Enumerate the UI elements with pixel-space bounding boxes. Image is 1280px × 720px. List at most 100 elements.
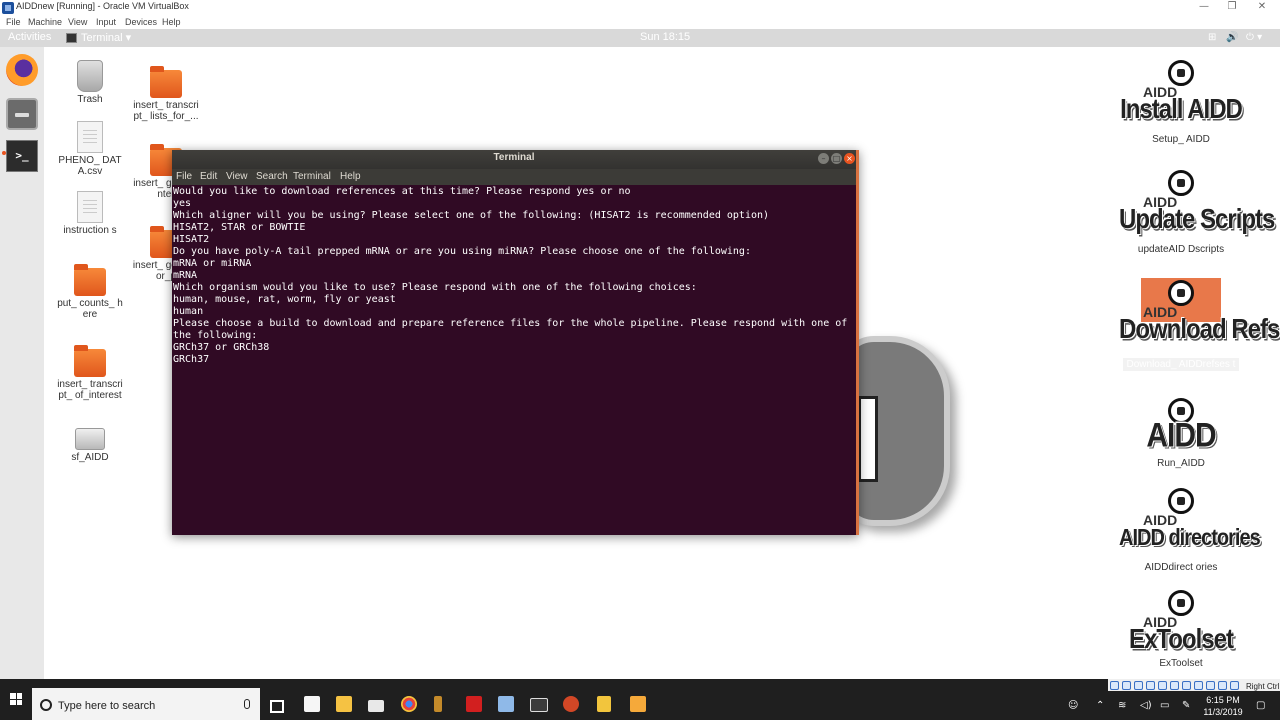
mouse-status-icon[interactable] xyxy=(1230,681,1239,690)
speaker-icon[interactable]: ◁) xyxy=(1140,700,1152,711)
virtualbox-taskbar-icon[interactable] xyxy=(498,696,514,712)
power-icon[interactable]: ⏻ ▾ xyxy=(1246,32,1262,43)
desktop-icon-folder[interactable]: put_ counts_ here xyxy=(55,264,125,320)
shared-folder-status-icon[interactable] xyxy=(1170,681,1179,690)
desktop-icon-folder[interactable]: insert_ transcript_ lists_for_... xyxy=(131,66,201,122)
menu-help[interactable]: Help xyxy=(162,16,181,28)
terminal-line: Do you have poly-A tail prepped mRNA or … xyxy=(173,246,751,257)
folder-icon xyxy=(74,345,106,377)
search-placeholder: Type here to search xyxy=(58,700,156,712)
chevron-up-icon[interactable]: ⌃ xyxy=(1096,700,1104,711)
launcher-extoolset[interactable]: AIDD ExToolset ExToolset xyxy=(1119,588,1243,669)
launcher-aidd-directories[interactable]: AIDD AIDD directories AIDDdirect ories xyxy=(1119,486,1261,573)
menu-devices[interactable]: Devices xyxy=(125,16,157,28)
network-status-icon[interactable] xyxy=(1146,681,1155,690)
terminal-dock-icon[interactable]: >_ xyxy=(6,140,38,172)
chrome-icon[interactable] xyxy=(401,696,417,712)
terminal-menu-search[interactable]: Search xyxy=(256,171,288,182)
close-window-button[interactable]: ✕ xyxy=(1248,0,1276,14)
notification-icon[interactable]: ▢ xyxy=(1256,700,1265,711)
logo-word: ExToolset xyxy=(1129,623,1234,655)
desktop-icon-label: insert_ transcript_ lists_for_... xyxy=(133,100,199,122)
menu-machine[interactable]: Machine xyxy=(28,16,62,28)
audio-status-icon[interactable] xyxy=(1134,681,1143,690)
desktop-icon-file[interactable]: instruction s xyxy=(55,191,125,236)
paint-icon[interactable] xyxy=(597,696,611,712)
gnome-clock[interactable]: Sun 18:15 xyxy=(640,31,690,43)
file-explorer-icon[interactable] xyxy=(336,696,352,712)
wifi-icon[interactable]: ≋ xyxy=(1118,700,1126,711)
restore-button[interactable]: ❐ xyxy=(1218,0,1246,14)
usb-status-icon[interactable] xyxy=(1158,681,1167,690)
terminal-line: Please choose a build to download and pr… xyxy=(173,318,854,341)
terminal-menu-file[interactable]: File xyxy=(176,171,192,182)
aidd-logo: AIDD xyxy=(1119,396,1243,470)
terminal-titlebar[interactable]: Terminal – □ × xyxy=(172,150,856,169)
menu-file[interactable]: File xyxy=(6,16,21,28)
terminal-app-icon xyxy=(66,32,77,43)
desktop-icon-label: PHENO_ DATA.csv xyxy=(58,155,122,177)
activities-button[interactable]: Activities xyxy=(8,31,51,43)
magnifier-icon xyxy=(1168,280,1194,306)
maximize-icon[interactable]: □ xyxy=(831,153,842,164)
files-icon[interactable] xyxy=(6,98,38,130)
volume-icon[interactable]: 🔊 xyxy=(1226,32,1238,43)
powerpoint-icon[interactable] xyxy=(563,696,579,712)
mail-icon[interactable] xyxy=(368,700,384,712)
file-icon xyxy=(77,191,103,223)
people-icon[interactable]: ☺ xyxy=(1068,700,1078,711)
terminal-menu-terminal[interactable]: Terminal xyxy=(293,171,331,182)
firefox-icon[interactable] xyxy=(6,54,38,86)
cpu-status-icon[interactable] xyxy=(1206,681,1215,690)
launcher-label: Setup_ AIDD xyxy=(1152,134,1210,145)
magnifier-icon xyxy=(1168,60,1194,86)
close-icon[interactable]: × xyxy=(844,153,855,164)
launcher-run-aidd[interactable]: AIDD Run_AIDD xyxy=(1119,396,1243,469)
display-status-icon[interactable] xyxy=(1182,681,1191,690)
terminal-output[interactable]: Would you like to download references at… xyxy=(172,186,856,535)
launcher-setup-aidd[interactable]: AIDD Install AIDD Setup_ AIDD xyxy=(1119,58,1243,145)
battery-icon[interactable]: ▭ xyxy=(1160,700,1169,711)
terminal-line: yes xyxy=(173,198,192,209)
desktop-icon-file[interactable]: PHENO_ DATA.csv xyxy=(55,121,125,177)
pdf-icon[interactable] xyxy=(466,696,482,712)
terminal-line: GRCh37 or GRCh38 xyxy=(173,342,270,353)
taskbar-clock-time[interactable]: 6:15 PM xyxy=(1200,695,1246,705)
task-view-icon[interactable] xyxy=(270,700,284,713)
launcher-download-refset[interactable]: AIDD Download Refset Download_ AIDDrefse… xyxy=(1119,278,1280,371)
desktop-icon-label: Trash xyxy=(77,94,103,105)
pen-icon[interactable]: ✎ xyxy=(1182,700,1190,711)
app-menu[interactable]: Terminal ▾ xyxy=(66,31,131,44)
minimize-icon[interactable]: – xyxy=(818,153,829,164)
windows-start-icon[interactable] xyxy=(10,693,22,705)
menu-input[interactable]: Input xyxy=(96,16,116,28)
recording-status-icon[interactable] xyxy=(1194,681,1203,690)
terminal-menu-view[interactable]: View xyxy=(226,171,248,182)
candle-icon[interactable] xyxy=(434,696,442,712)
pencil-app-icon[interactable] xyxy=(630,696,646,712)
logo-word: Update Scripts xyxy=(1119,203,1275,235)
keyboard-status-icon[interactable] xyxy=(1218,681,1227,690)
taskbar-search-box[interactable]: Type here to search xyxy=(32,688,260,720)
store-icon[interactable] xyxy=(304,696,320,712)
launcher-update-scripts[interactable]: AIDD Update Scripts updateAID Dscripts xyxy=(1119,168,1275,255)
hdd-status-icon[interactable] xyxy=(1110,681,1119,690)
menu-view[interactable]: View xyxy=(68,16,87,28)
desktop-icon-drive[interactable]: sf_AIDD xyxy=(55,428,125,463)
app-menu-label: Terminal ▾ xyxy=(81,32,132,44)
microphone-icon[interactable] xyxy=(244,699,250,709)
launcher-label: AIDDdirect ories xyxy=(1144,562,1218,573)
terminal-menu-edit[interactable]: Edit xyxy=(200,171,217,182)
virtualbox-titlebar: AIDDnew [Running] - Oracle VM VirtualBox… xyxy=(0,0,1280,16)
taskbar-clock-date[interactable]: 11/3/2019 xyxy=(1200,707,1246,717)
terminal-menu-help[interactable]: Help xyxy=(340,171,361,182)
optical-status-icon[interactable] xyxy=(1122,681,1131,690)
logo-word: AIDD directories xyxy=(1119,525,1261,551)
terminal-window[interactable]: Terminal – □ × File Edit View Search Ter… xyxy=(172,150,859,535)
calculator-icon[interactable] xyxy=(530,698,548,712)
minimize-button[interactable]: — xyxy=(1190,0,1218,14)
network-icon[interactable]: ⊞ xyxy=(1208,32,1216,43)
desktop-icon-trash[interactable]: Trash xyxy=(55,60,125,105)
desktop-icon-folder[interactable]: insert_ transcript_ of_interest xyxy=(55,345,125,401)
aidd-logo: AIDD Download Refset xyxy=(1119,278,1280,352)
